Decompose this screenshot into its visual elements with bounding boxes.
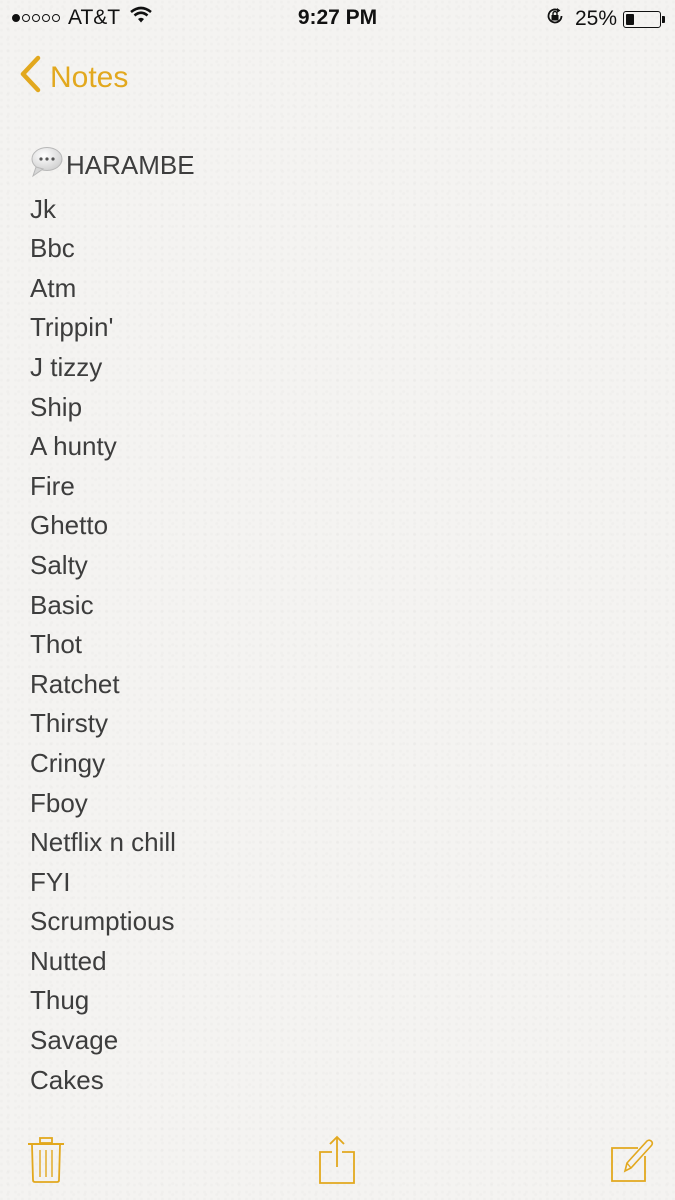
note-line-text: Bbc	[30, 233, 75, 264]
note-line-text: Nutted	[30, 945, 107, 976]
note-line: Ship	[30, 388, 195, 428]
battery-percent: 25%	[574, 7, 617, 30]
back-label: Notes	[50, 61, 129, 94]
note-line: J tizzy	[30, 348, 195, 388]
toolbar	[0, 1110, 675, 1200]
battery-level	[626, 13, 634, 25]
note-line: Savage	[30, 1021, 195, 1061]
note-line: Trippin'	[30, 308, 195, 348]
note-line: Netflix n chill	[30, 823, 195, 863]
back-button[interactable]: Notes	[18, 55, 128, 101]
note-line-text: Thot	[30, 629, 83, 660]
note-line-text: A hunty	[30, 431, 117, 462]
note-line-text: Basic	[30, 589, 94, 620]
note-line-text: Ratchet	[30, 668, 120, 699]
note-line-text: Savage	[30, 1025, 119, 1056]
note-line-text: HARAMBE	[66, 150, 195, 180]
compose-button[interactable]	[610, 1138, 656, 1189]
note-line: Atm	[30, 269, 195, 309]
note-body[interactable]: HARAMBE Jk Bbc Atm Trippin' J tizzy Ship A hunt…	[30, 146, 195, 1100]
note-line-text: Thirsty	[30, 708, 108, 739]
note-line: Cringy	[30, 744, 195, 784]
status-right: 25%	[545, 6, 665, 32]
note-line: Thot	[30, 625, 195, 665]
note-line: Nutted	[30, 942, 195, 982]
note-line-text: Trippin'	[30, 312, 114, 343]
note-line-text: FYI	[30, 866, 71, 897]
note-line: Cakes	[30, 1061, 195, 1101]
status-bar: AT&T 9:27 PM 25%	[0, 0, 675, 40]
note-line: Thirsty	[30, 704, 195, 744]
note-line: FYI	[30, 863, 195, 903]
note-line-text: Cringy	[30, 747, 106, 778]
rotation-lock-icon	[545, 6, 565, 32]
battery-icon	[623, 10, 661, 28]
note-line-text: Jk	[30, 193, 56, 224]
note-line-text: Fire	[30, 470, 75, 501]
note-line-text: Ghetto	[30, 510, 109, 541]
note-line-text: Scrumptious	[30, 906, 175, 937]
speech-bubble-icon	[30, 146, 64, 190]
note-line: Jk	[30, 190, 195, 230]
share-icon	[319, 1135, 355, 1184]
note-line-text: Salty	[30, 549, 88, 580]
note-line: HARAMBE	[30, 146, 195, 190]
note-line: Ghetto	[30, 506, 195, 546]
note-line-text: Thug	[30, 985, 90, 1016]
note-line-text: Atm	[30, 272, 77, 303]
note-line: Fboy	[30, 784, 195, 824]
share-button[interactable]	[318, 1134, 358, 1191]
battery-tip	[662, 15, 665, 23]
note-line: Thug	[30, 981, 195, 1021]
note-line: Scrumptious	[30, 902, 195, 942]
note-line-text: Fboy	[30, 787, 88, 818]
note-line-text: Netflix n chill	[30, 827, 176, 858]
note-line-text: Cakes	[30, 1064, 104, 1095]
compose-icon	[611, 1139, 654, 1182]
note-line-text: Ship	[30, 391, 83, 422]
trash-icon	[28, 1137, 64, 1183]
note-line: Fire	[30, 467, 195, 507]
note-line: A hunty	[30, 427, 195, 467]
trash-button[interactable]	[26, 1136, 66, 1191]
chevron-left-icon	[18, 55, 50, 101]
note-line: Bbc	[30, 229, 195, 269]
note-line: Salty	[30, 546, 195, 586]
note-line: Ratchet	[30, 665, 195, 705]
note-line: Basic	[30, 586, 195, 626]
note-line-text: J tizzy	[30, 351, 103, 382]
